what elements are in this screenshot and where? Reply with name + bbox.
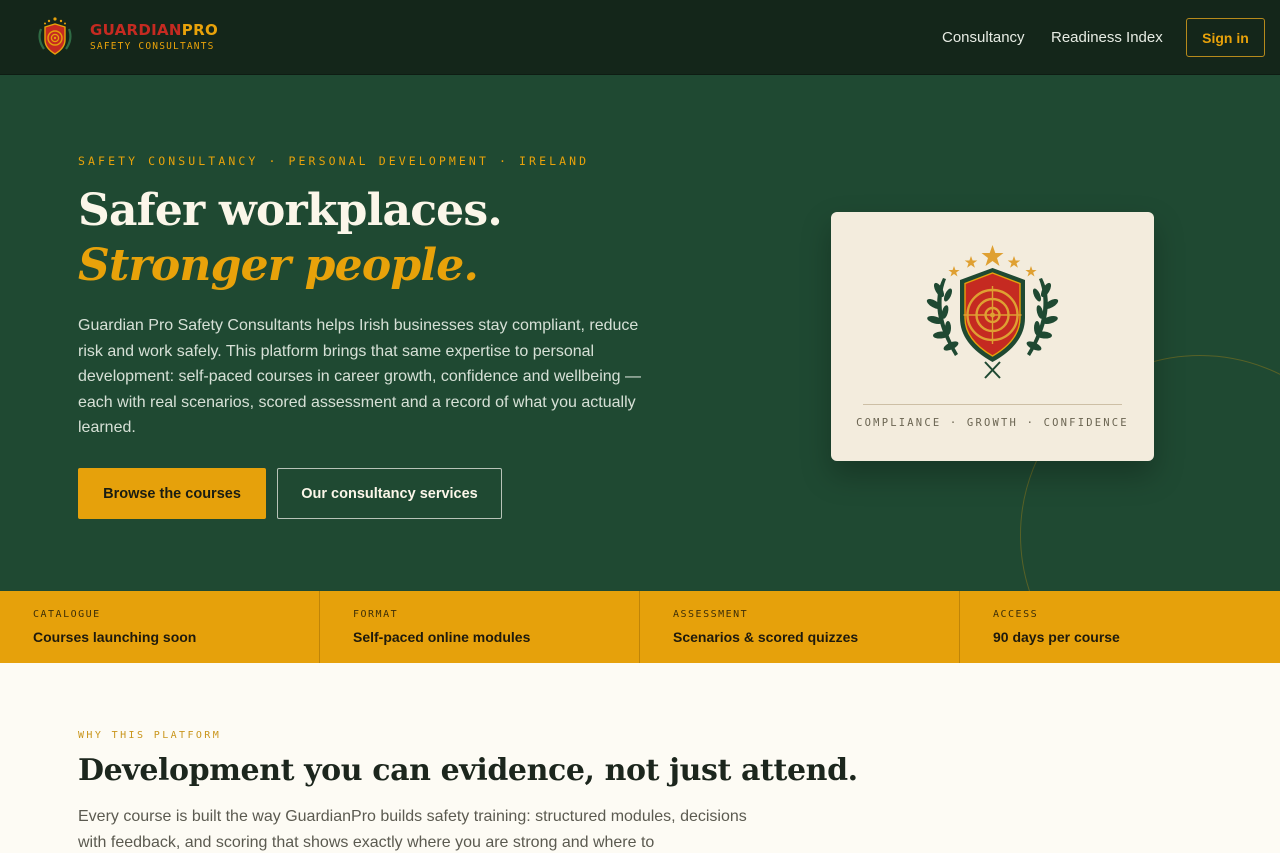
- hero-headline: Safer workplaces. Stronger people.: [78, 183, 678, 293]
- brand-name-secondary: PRO: [181, 20, 218, 39]
- stat-value: 90 days per course: [993, 629, 1120, 645]
- consultancy-services-button[interactable]: Our consultancy services: [277, 468, 502, 519]
- feature-strip: CATALOGUE Courses launching soon FORMAT …: [0, 591, 1280, 663]
- stat-value: Courses launching soon: [33, 629, 197, 645]
- stat-catalogue: CATALOGUE Courses launching soon: [0, 591, 320, 663]
- stat-format: FORMAT Self-paced online modules: [320, 591, 640, 663]
- brand-name: GUARDIANPRO: [90, 21, 218, 39]
- laurel-shield-emblem-icon: [926, 245, 1059, 379]
- stat-label: ASSESSMENT: [673, 609, 749, 620]
- brand-home-link[interactable]: GUARDIANPRO SAFETY CONSULTANTS: [32, 15, 218, 59]
- emblem-card: COMPLIANCE · GROWTH · CONFIDENCE: [831, 212, 1154, 461]
- brand-tagline: SAFETY CONSULTANTS: [90, 40, 215, 52]
- why-section: WHY THIS PLATFORM Development you can ev…: [0, 663, 1280, 853]
- sign-in-button[interactable]: Sign in: [1186, 18, 1265, 57]
- headline-plain: Safer workplaces.: [78, 185, 503, 236]
- browse-courses-button[interactable]: Browse the courses: [78, 468, 266, 519]
- hero-lead-paragraph: Guardian Pro Safety Consultants helps Ir…: [78, 317, 641, 437]
- stat-assessment: ASSESSMENT Scenarios & scored quizzes: [640, 591, 960, 663]
- stat-access: ACCESS 90 days per course: [960, 591, 1280, 663]
- stat-label: FORMAT: [353, 609, 399, 620]
- brand-text: GUARDIANPRO SAFETY CONSULTANTS: [90, 21, 218, 54]
- hero-section: SAFETY CONSULTANCY · PERSONAL DEVELOPMEN…: [0, 75, 1280, 591]
- nav-link-consultancy[interactable]: Consultancy: [942, 28, 1025, 48]
- headline-accent: Stronger people.: [78, 240, 479, 291]
- card-divider: [863, 404, 1122, 405]
- card-tagline: COMPLIANCE · GROWTH · CONFIDENCE: [856, 417, 1129, 429]
- why-eyebrow: WHY THIS PLATFORM: [78, 730, 222, 741]
- hero-eyebrow: SAFETY CONSULTANCY · PERSONAL DEVELOPMEN…: [78, 154, 590, 168]
- why-title: Development you can evidence, not just a…: [78, 753, 858, 788]
- stat-label: CATALOGUE: [33, 609, 101, 620]
- stat-value: Self-paced online modules: [353, 629, 531, 645]
- stat-value: Scenarios & scored quizzes: [673, 629, 859, 645]
- stat-label: ACCESS: [993, 609, 1039, 620]
- shield-logo-icon: [38, 17, 72, 55]
- nav-link-readiness-index[interactable]: Readiness Index: [1051, 28, 1163, 48]
- top-navigation: GUARDIANPRO SAFETY CONSULTANTS Consultan…: [0, 0, 1280, 75]
- brand-name-primary: GUARDIAN: [90, 20, 182, 39]
- why-body: Every course is built the way GuardianPr…: [78, 808, 747, 851]
